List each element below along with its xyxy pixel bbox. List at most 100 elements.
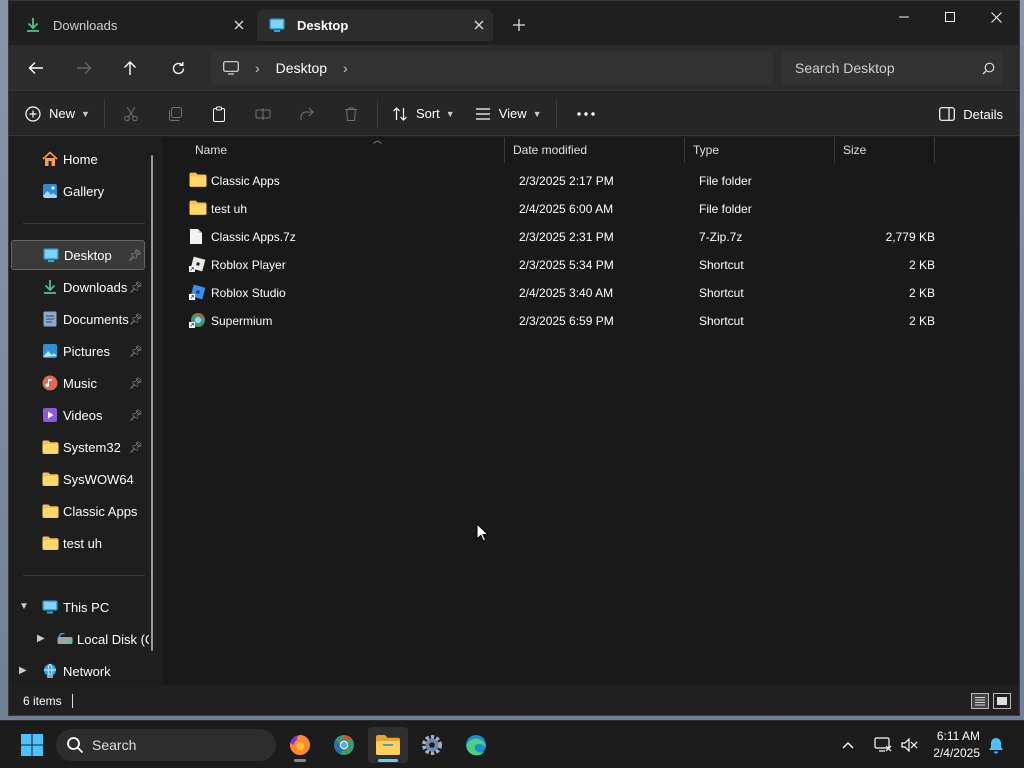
settings-taskbar-button[interactable] bbox=[412, 727, 452, 763]
details-view-icon bbox=[974, 696, 986, 706]
sidebar-item-downloads[interactable]: Downloads 📌︎ bbox=[11, 272, 145, 302]
search-input[interactable]: Search bbox=[92, 737, 136, 753]
volume-muted-icon[interactable] bbox=[900, 721, 918, 768]
sidebar-item-syswow64[interactable]: SysWOW64 bbox=[11, 464, 145, 494]
pictures-icon bbox=[41, 342, 59, 360]
new-tab-button[interactable] bbox=[505, 13, 533, 37]
tab-desktop[interactable]: Desktop bbox=[257, 9, 493, 41]
sidebar-item-this-pc[interactable]: This PC bbox=[11, 592, 145, 622]
maximize-button[interactable] bbox=[927, 1, 973, 33]
refresh-button[interactable] bbox=[161, 53, 195, 83]
breadcrumb-desktop[interactable]: Desktop bbox=[276, 60, 327, 76]
file-type: Shortcut bbox=[699, 258, 744, 272]
sidebar-item-local-disk[interactable]: Local Disk (C: bbox=[11, 624, 149, 654]
more-options-button[interactable] bbox=[561, 98, 611, 130]
plus-circle-icon bbox=[25, 105, 41, 122]
sidebar-item-pictures[interactable]: Pictures 📌︎ bbox=[11, 336, 145, 366]
taskbar-search[interactable]: Search bbox=[56, 729, 276, 761]
show-hidden-icons-button[interactable] bbox=[842, 721, 854, 768]
search-box[interactable]: Search Desktop bbox=[781, 51, 1003, 85]
firefox-taskbar-button[interactable] bbox=[280, 727, 320, 763]
close-window-button[interactable] bbox=[973, 1, 1019, 33]
chevron-right-icon[interactable]: › bbox=[255, 60, 260, 76]
sidebar-item-label: Pictures bbox=[63, 343, 110, 359]
sidebar-item-test-uh[interactable]: test uh bbox=[11, 528, 145, 558]
edge-taskbar-button[interactable] bbox=[456, 727, 496, 763]
close-tab-icon[interactable] bbox=[225, 13, 253, 37]
chevron-down-icon: ▼ bbox=[81, 108, 90, 119]
desktop-icon bbox=[269, 17, 285, 33]
copy-icon bbox=[163, 106, 187, 122]
view-label: View bbox=[498, 106, 527, 121]
table-row[interactable]: Supermium 2/3/2025 6:59 PM Shortcut 2 KB bbox=[183, 307, 943, 335]
trash-icon bbox=[339, 106, 363, 122]
sidebar-item-music[interactable]: Music 📌︎ bbox=[11, 368, 145, 398]
tiles-view-button[interactable] bbox=[993, 693, 1011, 709]
search-icon bbox=[973, 62, 1003, 75]
column-header-type[interactable]: Type bbox=[685, 137, 835, 163]
column-header-date[interactable]: Date modified bbox=[505, 137, 685, 163]
view-button[interactable]: View ▼ bbox=[465, 98, 552, 130]
chevron-up-icon bbox=[842, 741, 854, 749]
table-row[interactable]: test uh 2/4/2025 6:00 AM File folder bbox=[183, 195, 943, 223]
mouse-cursor-icon bbox=[476, 522, 490, 545]
up-button[interactable] bbox=[113, 53, 147, 83]
gallery-icon bbox=[41, 182, 59, 200]
sidebar-item-network[interactable]: Network bbox=[11, 656, 145, 686]
copy-button[interactable] bbox=[153, 98, 197, 130]
paste-button[interactable] bbox=[197, 98, 241, 130]
sidebar-item-documents[interactable]: Documents 📌︎ bbox=[11, 304, 145, 334]
folder-icon bbox=[41, 438, 59, 456]
sidebar-item-label: System32 bbox=[63, 439, 121, 455]
clock[interactable]: 6:11 AM 2/4/2025 bbox=[933, 728, 980, 762]
sidebar-item-home[interactable]: Home bbox=[11, 144, 145, 174]
notifications-button[interactable] bbox=[988, 721, 1004, 768]
address-bar-row: › Desktop › Search Desktop bbox=[9, 45, 1019, 91]
file-explorer-taskbar-button[interactable] bbox=[368, 727, 408, 763]
tab-downloads[interactable]: Downloads bbox=[13, 9, 253, 41]
address-bar[interactable]: › Desktop › bbox=[211, 51, 773, 85]
details-view-button[interactable] bbox=[971, 693, 989, 709]
search-input[interactable]: Search Desktop bbox=[795, 60, 973, 76]
sidebar-item-gallery[interactable]: Gallery bbox=[11, 176, 145, 206]
forward-button[interactable] bbox=[67, 53, 101, 83]
back-button[interactable] bbox=[19, 53, 53, 83]
supermium-taskbar-button[interactable] bbox=[324, 727, 364, 763]
file-type: 7-Zip.7z bbox=[699, 230, 743, 244]
close-tab-icon[interactable] bbox=[465, 13, 493, 37]
table-row[interactable]: Classic Apps.7z 2/3/2025 2:31 PM 7-Zip.7… bbox=[183, 223, 943, 251]
sidebar-item-videos[interactable]: Videos 📌︎ bbox=[11, 400, 145, 430]
divider bbox=[103, 99, 105, 128]
sort-button[interactable]: Sort ▼ bbox=[382, 98, 465, 130]
file-name: Supermium bbox=[211, 314, 273, 328]
delete-button[interactable] bbox=[329, 98, 373, 130]
folder-icon bbox=[41, 534, 59, 552]
sidebar-scrollbar[interactable] bbox=[151, 155, 153, 651]
file-name: Roblox Studio bbox=[211, 286, 286, 300]
clipboard-icon bbox=[207, 106, 231, 122]
sidebar-item-classic-apps[interactable]: Classic Apps bbox=[11, 496, 145, 526]
chevron-down-icon: ▼ bbox=[532, 108, 542, 119]
column-header-size[interactable]: Size bbox=[835, 137, 935, 163]
sidebar-item-desktop[interactable]: Desktop 📌︎ bbox=[11, 240, 145, 270]
details-pane-button[interactable]: Details bbox=[939, 98, 1003, 130]
table-row[interactable]: Roblox Player 2/3/2025 5:34 PM Shortcut … bbox=[183, 251, 943, 279]
share-button[interactable] bbox=[285, 98, 329, 130]
sidebar-item-label: Music bbox=[63, 375, 97, 391]
chevron-right-icon[interactable]: › bbox=[343, 60, 348, 76]
network-status-icon[interactable] bbox=[874, 721, 892, 768]
table-row[interactable]: Roblox Studio 2/4/2025 3:40 AM Shortcut … bbox=[183, 279, 943, 307]
sidebar-item-system32[interactable]: System32 📌︎ bbox=[11, 432, 145, 462]
new-button[interactable]: New ▼ bbox=[15, 98, 100, 130]
file-size: 2 KB bbox=[908, 258, 935, 272]
cut-button[interactable] bbox=[109, 98, 153, 130]
minimize-button[interactable] bbox=[881, 1, 927, 33]
sidebar-item-label: Videos bbox=[63, 407, 103, 423]
file-name: test uh bbox=[211, 202, 248, 216]
running-indicator bbox=[294, 759, 306, 762]
computer-icon bbox=[41, 598, 59, 616]
table-row[interactable]: Classic Apps 2/3/2025 2:17 PM File folde… bbox=[183, 167, 943, 195]
start-button[interactable] bbox=[12, 727, 52, 763]
rename-button[interactable] bbox=[241, 98, 285, 130]
column-header-name[interactable]: ︿ Name bbox=[187, 135, 505, 163]
